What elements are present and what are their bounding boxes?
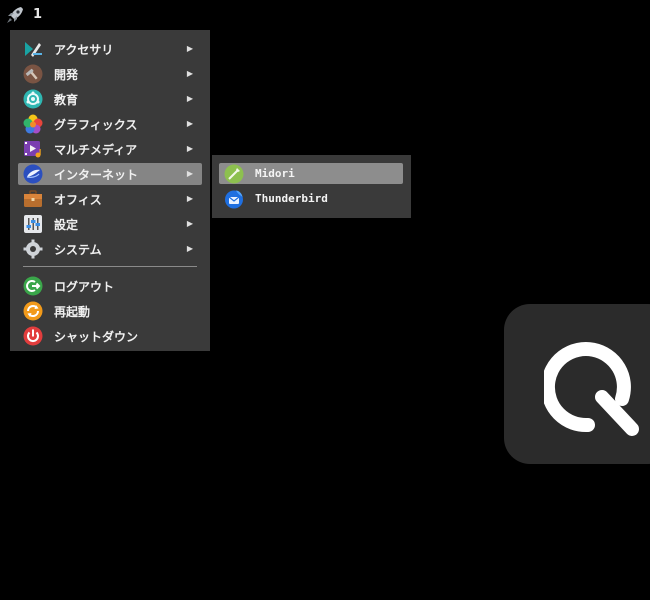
- menu-item-education[interactable]: 教育 ▶: [18, 88, 202, 110]
- shutdown-icon: [23, 326, 43, 346]
- menu-item-accessories[interactable]: アクセサリ ▶: [18, 38, 202, 60]
- submenu-arrow-icon: ▶: [186, 94, 193, 103]
- menu-separator: [23, 266, 197, 267]
- submenu-arrow-icon: ▶: [186, 219, 193, 228]
- submenu-item-midori[interactable]: Midori: [219, 163, 403, 184]
- q-logo-icon: [544, 342, 639, 436]
- menu-item-label: グラフィックス: [54, 117, 138, 132]
- settings-icon: [24, 215, 42, 233]
- education-icon: [23, 89, 43, 109]
- menu-item-reboot[interactable]: 再起動: [18, 300, 202, 322]
- menu-item-system[interactable]: システム ▶: [18, 238, 202, 260]
- reboot-icon: [23, 301, 43, 321]
- submenu-arrow-icon: ▶: [186, 169, 193, 178]
- menu-item-label: 教育: [54, 92, 79, 107]
- multimedia-icon: [24, 141, 41, 158]
- submenu-arrow-icon: ▶: [186, 144, 193, 153]
- graphics-icon: [23, 114, 43, 134]
- submenu-arrow-icon: ▶: [186, 44, 193, 53]
- submenu-arrow-icon: ▶: [186, 194, 193, 203]
- menu-item-label: システム: [54, 242, 102, 257]
- midori-icon: [224, 164, 244, 183]
- submenu-arrow-icon: ▶: [186, 119, 193, 128]
- menu-item-multimedia[interactable]: マルチメディア ▶: [18, 138, 202, 160]
- menu-item-logout[interactable]: ログアウト: [18, 275, 202, 297]
- accessories-icon: [25, 42, 42, 58]
- menu-item-development[interactable]: 開発 ▶: [18, 63, 202, 85]
- menu-item-settings[interactable]: 設定 ▶: [18, 213, 202, 235]
- submenu-item-label: Midori: [255, 167, 295, 180]
- menu-item-label: 設定: [54, 217, 79, 232]
- system-icon: [23, 239, 43, 259]
- submenu-item-thunderbird[interactable]: Thunderbird: [219, 188, 403, 209]
- internet-submenu: Midori Thunderbird: [212, 155, 411, 218]
- menu-item-label: マルチメディア: [54, 142, 138, 157]
- submenu-arrow-icon: ▶: [186, 244, 193, 253]
- menu-item-graphics[interactable]: グラフィックス ▶: [18, 113, 202, 135]
- top-panel: 1: [0, 0, 650, 30]
- menu-item-internet[interactable]: インターネット ▶: [18, 163, 202, 185]
- logout-icon: [23, 276, 43, 296]
- menu-item-label: アクセサリ: [54, 42, 114, 57]
- office-icon: [24, 190, 42, 207]
- submenu-item-label: Thunderbird: [255, 192, 328, 205]
- menu-item-label: 再起動: [54, 304, 91, 319]
- rocket-icon[interactable]: [5, 5, 25, 25]
- menu-item-label: 開発: [54, 67, 79, 82]
- development-icon: [23, 64, 43, 84]
- workspace-number[interactable]: 1: [33, 7, 42, 22]
- submenu-arrow-icon: ▶: [186, 69, 193, 78]
- menu-item-label: ログアウト: [54, 279, 115, 294]
- menu-item-office[interactable]: オフィス ▶: [18, 188, 202, 210]
- floating-widget[interactable]: [504, 304, 650, 464]
- application-menu: アクセサリ ▶ 開発 ▶ 教育 ▶ グラフィックス ▶ マルチメディア ▶ イン…: [10, 30, 210, 351]
- thunderbird-icon: [225, 190, 243, 208]
- menu-item-shutdown[interactable]: シャットダウン: [18, 325, 202, 347]
- menu-item-label: シャットダウン: [54, 329, 139, 344]
- menu-item-label: オフィス: [54, 192, 102, 207]
- internet-icon: [23, 164, 43, 184]
- menu-item-label: インターネット: [54, 167, 139, 182]
